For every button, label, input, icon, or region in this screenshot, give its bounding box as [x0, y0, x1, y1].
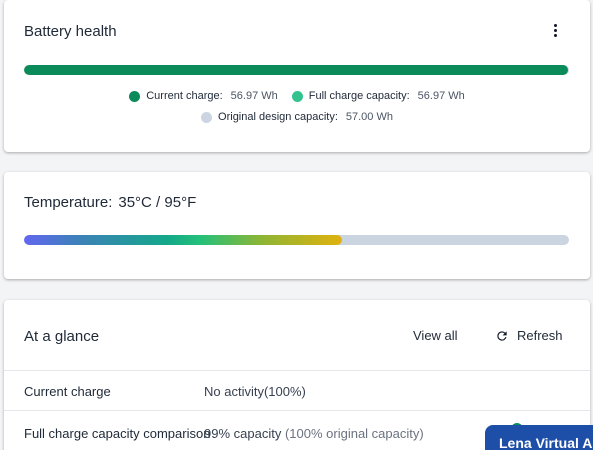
legend-value: 57.00 Wh	[345, 111, 393, 123]
temperature-heading: Temperature: 35°C / 95°F	[24, 194, 196, 211]
legend-current-charge: Current charge: 56.97 Wh	[129, 90, 278, 102]
battery-health-title: Battery health	[24, 23, 117, 40]
legend-original-design-capacity: Original design capacity: 57.00 Wh	[201, 111, 393, 123]
refresh-label: Refresh	[517, 328, 563, 343]
temperature-card	[4, 172, 590, 279]
divider	[4, 410, 590, 411]
glance-row-value: No activity(100%)	[204, 384, 306, 399]
view-all-button[interactable]: View all	[413, 328, 458, 343]
legend-dot-icon	[291, 90, 303, 102]
battery-legend-row: Original design capacity: 57.00 Wh	[4, 111, 590, 123]
glance-row-subvalue: (100% original capacity)	[284, 426, 424, 441]
view-all-label: View all	[413, 328, 458, 343]
at-a-glance-title: At a glance	[24, 328, 100, 345]
legend-full-charge-capacity: Full charge capacity: 56.97 Wh	[291, 90, 465, 102]
virtual-assistant-label: Lena Virtual Assistant	[499, 435, 593, 450]
refresh-button[interactable]: Refresh	[495, 328, 563, 343]
temperature-bar	[24, 235, 569, 245]
legend-dot-icon	[201, 111, 213, 123]
divider	[4, 370, 590, 371]
battery-health-bar	[24, 65, 569, 75]
temperature-fill	[24, 235, 342, 245]
glance-row-label: Full charge capacity comparison	[24, 426, 211, 441]
legend-value: 56.97 Wh	[417, 90, 465, 102]
temperature-label: Temperature:	[24, 194, 113, 211]
kebab-menu-icon[interactable]	[550, 22, 560, 38]
glance-row-value: 99% capacity	[204, 426, 282, 441]
legend-label: Current charge:	[146, 90, 223, 102]
glance-row-label: Current charge	[24, 384, 111, 399]
battery-health-card: Battery health Current charge: 56.97 Wh …	[4, 0, 590, 152]
refresh-icon	[497, 330, 507, 341]
battery-health-fill	[24, 65, 569, 75]
virtual-assistant-button[interactable]: Lena Virtual Assistant	[485, 425, 593, 450]
legend-dot-icon	[129, 90, 141, 102]
glance-row-value-wrap: 99% capacity (100% original capacity)	[204, 426, 424, 441]
legend-value: 56.97 Wh	[230, 90, 278, 102]
legend-label: Original design capacity:	[218, 111, 338, 123]
legend-label: Full charge capacity:	[308, 90, 410, 102]
temperature-value: 35°C / 95°F	[118, 194, 197, 211]
battery-legend-row: Current charge: 56.97 Wh Full charge cap…	[4, 90, 590, 102]
